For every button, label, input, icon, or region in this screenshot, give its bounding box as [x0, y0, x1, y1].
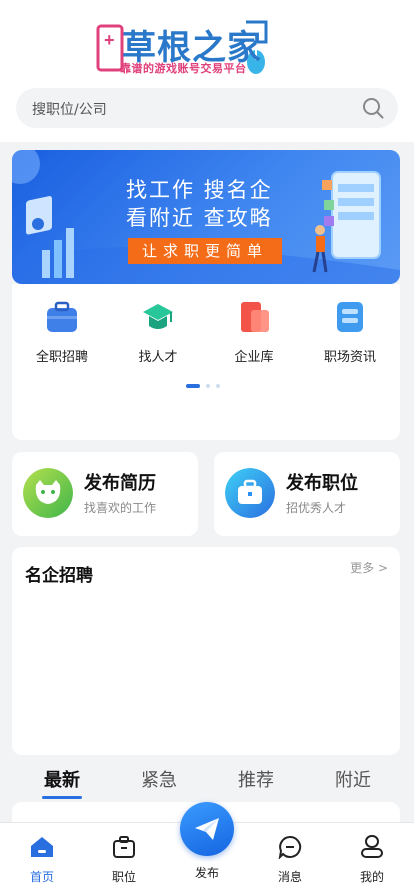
user-icon [361, 835, 383, 858]
tab-urgent[interactable]: 紧急 [119, 766, 199, 792]
post-resume-card[interactable]: 发布简历 找喜欢的工作 [12, 452, 198, 536]
header: + 草根之家 靠谱的游戏账号交易平台 搜职位/公司 [0, 0, 414, 142]
category-label: 全职招聘 [35, 350, 88, 365]
carousel-dot [216, 384, 220, 388]
banner-line-1: 找工作 搜名企 [126, 178, 273, 202]
tab-latest[interactable]: 最新 [22, 766, 102, 792]
tabbar-home[interactable]: 首页 [12, 835, 72, 885]
carousel-indicator [186, 384, 226, 388]
news-icon [337, 302, 363, 332]
tabbar-label: 首页 [29, 870, 54, 884]
resume-face-icon [23, 468, 73, 518]
category-companies[interactable]: 企业库 [214, 300, 294, 365]
tabbar-jobs[interactable]: 职位 [94, 835, 154, 885]
chat-icon [278, 835, 302, 860]
section-title: 名企招聘 [25, 566, 93, 586]
tab-recommended[interactable]: 推荐 [216, 766, 296, 792]
post-resume-title: 发布简历 [84, 473, 156, 494]
post-job-card[interactable]: 发布职位 招优秀人才 [214, 452, 400, 536]
more-link[interactable]: 更多 > [350, 559, 388, 576]
logo: + 草根之家 靠谱的游戏账号交易平台 [96, 12, 274, 76]
job-briefcase-icon [225, 468, 275, 518]
briefcase-icon [47, 301, 77, 332]
company-icon [241, 302, 269, 332]
svg-text:+: + [104, 30, 115, 50]
category-label: 职场资讯 [323, 350, 376, 365]
tab-nearby[interactable]: 附近 [313, 766, 393, 792]
carousel-dot [206, 384, 210, 388]
search-bar[interactable]: 搜职位/公司 [16, 88, 398, 128]
graduation-cap-icon [143, 304, 173, 329]
tabbar-label-publish: 发布 [194, 866, 219, 880]
publish-button[interactable] [180, 802, 234, 856]
tabbar-label: 我的 [359, 870, 384, 884]
briefcase-outline-icon [113, 836, 135, 858]
post-resume-subtitle: 找喜欢的工作 [84, 501, 157, 515]
carousel-dot-active [186, 384, 200, 388]
category-label: 企业库 [234, 350, 274, 365]
job-list-tabs: 最新 紧急 推荐 附近 [0, 758, 414, 800]
category-news[interactable]: 职场资讯 [310, 300, 390, 365]
category-full-time[interactable]: 全职招聘 [22, 300, 102, 365]
banner-cta[interactable]: 让求职更简单 [128, 238, 282, 264]
paper-plane-icon [195, 818, 219, 840]
category-grid: 全职招聘 找人才 企业库 职场资讯 [12, 284, 400, 440]
category-label: 找人才 [138, 350, 178, 365]
home-icon [31, 837, 53, 857]
tabbar-label: 职位 [111, 870, 136, 884]
active-tab-indicator [42, 796, 82, 799]
search-icon[interactable] [362, 97, 384, 119]
famous-companies-section: 名企招聘 更多 > [12, 547, 400, 755]
banner-line-2: 看附近 查攻略 [126, 206, 273, 230]
tabbar-label: 消息 [277, 870, 302, 884]
tabbar-profile[interactable]: 我的 [342, 835, 402, 885]
promo-banner[interactable]: 找工作 搜名企 看附近 查攻略 让求职更简单 [12, 150, 400, 284]
post-job-subtitle: 招优秀人才 [286, 501, 347, 515]
logo-subtitle: 靠谱的游戏账号交易平台 [120, 62, 247, 75]
category-talent[interactable]: 找人才 [118, 300, 198, 365]
tabbar-messages[interactable]: 消息 [260, 835, 320, 885]
post-job-title: 发布职位 [286, 473, 358, 494]
search-placeholder: 搜职位/公司 [32, 102, 107, 118]
